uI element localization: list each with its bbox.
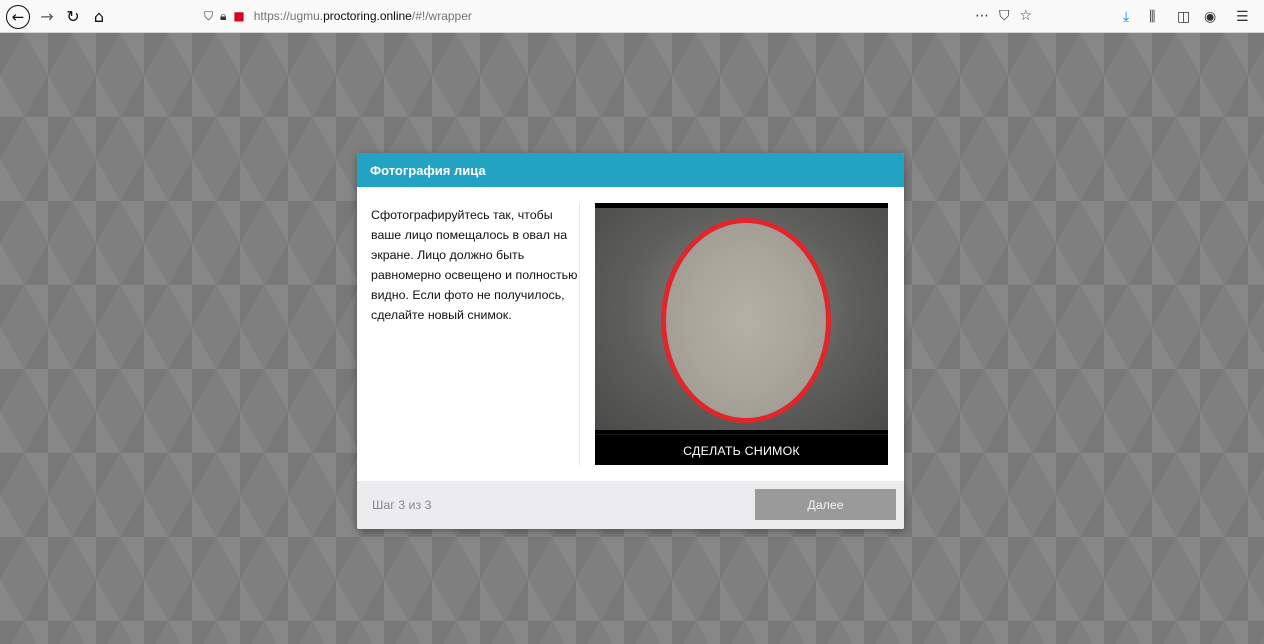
camera-feed	[595, 208, 888, 430]
account-icon: ◉	[1204, 8, 1217, 25]
url-text[interactable]: https://ugmu.proctoring.online/#!/wrappe…	[254, 9, 472, 23]
arrow-right-icon: →	[40, 7, 54, 26]
reload-icon: ↻	[66, 7, 80, 26]
menu-button[interactable]: ☰	[1236, 0, 1249, 33]
padlock-icon[interactable]: 🔒︎	[220, 9, 226, 24]
face-photo-dialog: Фотография лица Сфотографируйтесь так, ч…	[357, 153, 904, 529]
next-button[interactable]: Далее	[755, 489, 896, 520]
instructions-text: Сфотографируйтесь так, чтобы ваше лицо п…	[371, 208, 578, 322]
ellipsis-icon[interactable]: ⋯	[975, 8, 989, 24]
face-guide-oval	[661, 218, 831, 423]
dialog-title: Фотография лица	[357, 153, 904, 187]
url-bar[interactable]: ⛉ 🔒︎ ■ https://ugmu.proctoring.online/#!…	[196, 3, 1034, 29]
library-icon: ⫼	[1149, 8, 1156, 25]
dialog-footer: Шаг 3 из 3 Далее	[357, 481, 904, 529]
camera-active-icon[interactable]: ■	[233, 9, 244, 23]
step-indicator: Шаг 3 из 3	[372, 498, 432, 512]
back-button[interactable]: ←	[4, 0, 32, 33]
divider	[579, 203, 580, 465]
take-snapshot-button[interactable]: СДЕЛАТЬ СНИМОК	[595, 434, 888, 466]
tracking-shield-icon[interactable]: ⛉	[204, 9, 213, 24]
arrow-left-icon: ←	[6, 4, 30, 29]
star-icon[interactable]: ☆	[1019, 8, 1032, 24]
hamburger-menu-icon: ☰	[1236, 8, 1249, 25]
camera-preview: СДЕЛАТЬ СНИМОК	[595, 203, 888, 465]
sidebar-button[interactable]: ◫	[1177, 0, 1190, 33]
dialog-body: Сфотографируйтесь так, чтобы ваше лицо п…	[357, 187, 904, 481]
browser-toolbar: ← → ↻ ⌂ ⛉ 🔒︎ ■ https://ugmu.proctoring.o…	[0, 0, 1264, 33]
pocket-icon[interactable]: ⛉	[999, 8, 1010, 24]
home-button[interactable]: ⌂	[88, 0, 110, 33]
library-button[interactable]: ⫼	[1149, 0, 1155, 33]
account-button[interactable]: ◉	[1204, 0, 1216, 33]
download-icon: ⤓	[1123, 8, 1130, 25]
url-actions: ⋯ ⛉ ☆	[975, 3, 1034, 29]
forward-button[interactable]: →	[36, 0, 58, 33]
home-icon: ⌂	[93, 7, 105, 26]
download-button[interactable]: ⤓	[1123, 0, 1129, 33]
sidebar-icon: ◫	[1177, 8, 1191, 25]
reload-button[interactable]: ↻	[62, 0, 84, 33]
